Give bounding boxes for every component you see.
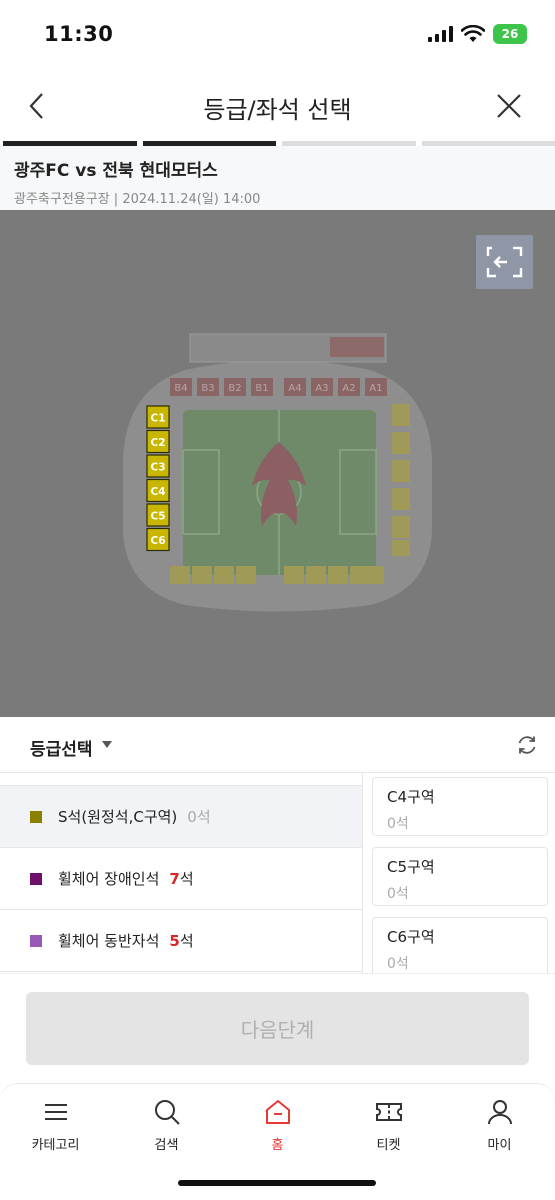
seat-block-label: C2 — [150, 437, 165, 449]
close-icon — [497, 94, 521, 118]
next-step-button[interactable]: 다음단계 — [26, 992, 529, 1065]
section-name: C5구역 — [387, 858, 435, 876]
seat-block-c6[interactable]: C6 — [146, 527, 170, 552]
grade-selector-bar: 등급선택 — [0, 717, 555, 773]
grade-list: S석(원정석,C구역) 0석휠체어 장애인석 7석휠체어 동반자석 5석 — [0, 786, 362, 972]
seat-block-label: A1 — [369, 383, 382, 394]
seat-block-b1[interactable]: B1 — [251, 378, 273, 396]
nav-label: 카테고리 — [31, 1138, 80, 1153]
seat-block-b2[interactable]: B2 — [224, 378, 246, 396]
section-card[interactable]: C5구역 0석 — [372, 847, 548, 906]
refresh-button[interactable] — [515, 733, 539, 757]
grade-row[interactable]: 휠체어 동반자석 5석 — [0, 910, 362, 972]
nav-label: 마이 — [487, 1138, 512, 1153]
seat-block-b3[interactable]: B3 — [197, 378, 219, 396]
seat-block-c3[interactable]: C3 — [146, 454, 170, 478]
seat-block-label: B2 — [228, 383, 241, 394]
status-bar: 11:30 26 — [0, 0, 555, 70]
status-icons: 26 — [428, 24, 527, 44]
status-time: 11:30 — [44, 22, 114, 46]
seat-block-label: B4 — [174, 383, 187, 394]
seat-block-c2[interactable]: C2 — [146, 429, 170, 454]
grade-name: 휠체어 장애인석 — [58, 870, 160, 888]
seat-block-a1[interactable]: A1 — [365, 378, 387, 396]
page-title: 등급/좌석 선택 — [203, 96, 352, 124]
seat-block-label: A2 — [342, 383, 355, 394]
seat-block-c4[interactable]: C4 — [146, 478, 170, 503]
next-step-area: 다음단계 — [0, 973, 555, 1083]
seat-block-c1[interactable]: C1 — [146, 405, 170, 429]
section-name: C4구역 — [387, 788, 435, 806]
seat-block-label: B3 — [201, 383, 214, 394]
search-icon — [151, 1096, 183, 1128]
nav-label: 검색 — [154, 1138, 179, 1153]
seat-block-label: C6 — [150, 535, 165, 547]
match-venue-datetime: 광주축구전용구장 | 2024.11.24(일) 14:00 — [14, 192, 261, 207]
seat-block-label: C1 — [150, 413, 165, 425]
nav-item-menu[interactable]: 카테고리 — [0, 1084, 111, 1200]
section-seat-count: 0석 — [387, 956, 409, 972]
grade-name: 휠체어 동반자석 — [58, 932, 160, 950]
caret-down-icon[interactable] — [102, 741, 112, 748]
grade-seat-count: 5석 — [169, 932, 194, 950]
grade-name: S석(원정석,C구역) — [58, 808, 178, 826]
header: 등급/좌석 선택 — [0, 70, 555, 140]
seat-block-label: A3 — [315, 383, 328, 394]
refresh-icon — [518, 736, 536, 754]
seat-block-b4[interactable]: B4 — [170, 378, 192, 396]
battery-indicator: 26 — [493, 24, 527, 44]
seat-block-label: B1 — [255, 383, 268, 394]
home-icon — [262, 1096, 294, 1128]
grade-color-swatch — [30, 934, 42, 947]
seat-block-c5[interactable]: C5 — [146, 503, 170, 527]
seat-block-label: C5 — [150, 511, 165, 523]
grade-row[interactable]: 휠체어 장애인석 7석 — [0, 848, 362, 910]
fit-screen-icon — [486, 246, 523, 278]
seat-block-a2[interactable]: A2 — [338, 378, 360, 396]
fit-screen-button[interactable] — [476, 235, 533, 289]
seat-block-label: C4 — [150, 486, 165, 498]
section-seat-count: 0석 — [387, 816, 409, 832]
section-card[interactable]: C4구역 0석 — [372, 777, 548, 836]
menu-icon — [40, 1096, 72, 1128]
grade-color-swatch — [30, 872, 42, 885]
stadium-map-drawing: B4 B3 B2 B1 A4 A3 A2 A1 C1 C2 C3C4C5C6 — [123, 333, 432, 612]
section-name: C6구역 — [387, 928, 435, 946]
match-info: 광주FC vs 전북 현대모터스 광주축구전용구장 | 2024.11.24(일… — [0, 146, 555, 210]
nav-label: 티켓 — [376, 1138, 401, 1153]
seat-block-a4[interactable]: A4 — [284, 378, 306, 396]
seat-block-label: C3 — [150, 462, 165, 474]
grade-seat-count: 0석 — [187, 808, 211, 826]
match-title: 광주FC vs 전북 현대모터스 — [14, 161, 218, 181]
nav-label: 홈 — [271, 1138, 284, 1153]
seat-block-label: A4 — [288, 383, 301, 394]
cellular-signal-icon — [428, 26, 453, 42]
section-seat-count: 0석 — [387, 886, 409, 902]
seat-block-a3[interactable]: A3 — [311, 378, 333, 396]
nav-item-user[interactable]: 마이 — [444, 1084, 555, 1200]
section-card[interactable]: C6구역 0석 — [372, 917, 548, 976]
grade-row[interactable]: S석(원정석,C구역) 0석 — [0, 786, 362, 848]
grade-selector-label[interactable]: 등급선택 — [30, 735, 93, 760]
user-icon — [484, 1096, 516, 1128]
column-divider — [362, 773, 363, 973]
wifi-icon — [461, 25, 485, 42]
section-list: C4구역 0석 C5구역 0석 C6구역 0석 — [372, 777, 548, 987]
stadium-map[interactable]: B4 B3 B2 B1 A4 A3 A2 A1 C1 C2 C3 C4 C5 C… — [0, 210, 555, 717]
battery-level: 26 — [501, 27, 519, 41]
grade-seat-count: 7석 — [169, 870, 194, 888]
home-indicator — [178, 1180, 376, 1186]
ticket-icon — [373, 1096, 405, 1128]
close-button[interactable] — [491, 88, 527, 124]
grade-color-swatch — [30, 810, 42, 823]
